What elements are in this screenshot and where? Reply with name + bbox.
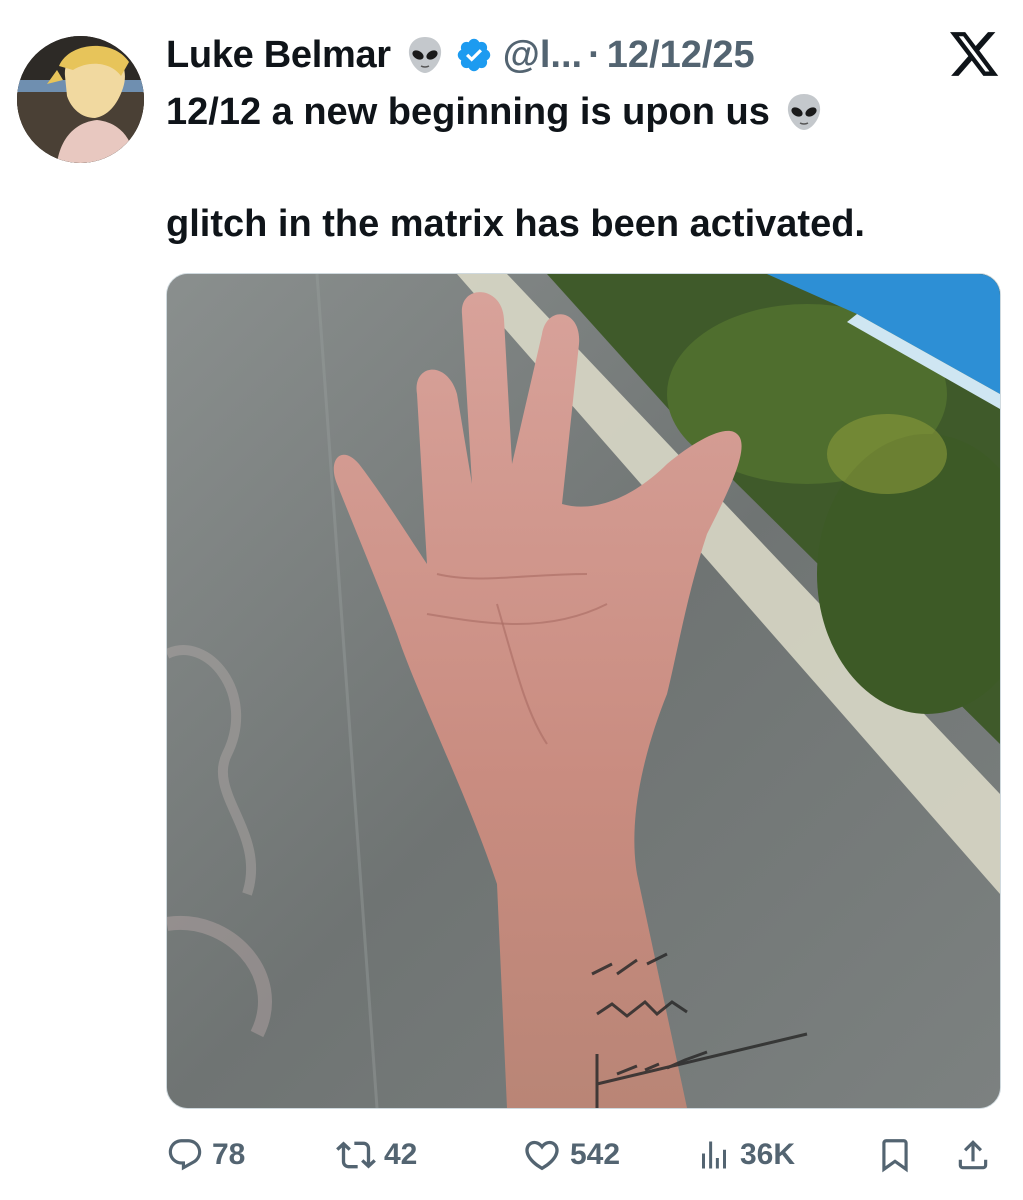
tweet-text-line-1: 12/12 a new beginning is upon us	[166, 91, 770, 133]
share-icon	[954, 1135, 992, 1175]
retweet-count: 42	[384, 1138, 418, 1171]
views-button[interactable]: 36K	[696, 1130, 795, 1180]
tweet-date[interactable]: 12/12/25	[607, 34, 755, 77]
reply-button[interactable]: 78	[166, 1130, 245, 1180]
share-button[interactable]	[954, 1130, 992, 1180]
like-count: 542	[570, 1138, 621, 1171]
verified-badge-icon	[455, 36, 493, 74]
alien-emoji-icon	[405, 35, 445, 75]
tweet-text: 12/12 a new beginning is upon us glitch …	[166, 88, 1006, 245]
author-handle[interactable]: @l...	[503, 34, 582, 77]
separator-dot: ·	[588, 33, 601, 76]
avatar[interactable]	[17, 36, 144, 163]
reply-count: 78	[212, 1138, 246, 1171]
views-icon	[696, 1137, 732, 1173]
views-count: 36K	[740, 1138, 796, 1171]
bookmark-icon	[876, 1135, 914, 1175]
bookmark-button[interactable]	[876, 1130, 914, 1180]
x-logo-icon[interactable]	[950, 32, 1000, 78]
like-button[interactable]: 542	[522, 1130, 620, 1180]
author-name[interactable]: Luke Belmar	[166, 34, 391, 77]
reply-icon	[166, 1136, 204, 1174]
tweet-actions: 78 42 542 36K	[166, 1130, 1000, 1180]
tweet-text-line-2: glitch in the matrix has been activated.	[166, 203, 865, 245]
retweet-button[interactable]: 42	[336, 1130, 417, 1180]
tweet-header: Luke Belmar @l... · 12/12/25	[166, 30, 755, 80]
tweet-photo[interactable]	[166, 273, 1001, 1109]
like-icon	[522, 1135, 562, 1175]
alien-emoji-icon	[784, 92, 824, 132]
retweet-icon	[336, 1135, 376, 1175]
